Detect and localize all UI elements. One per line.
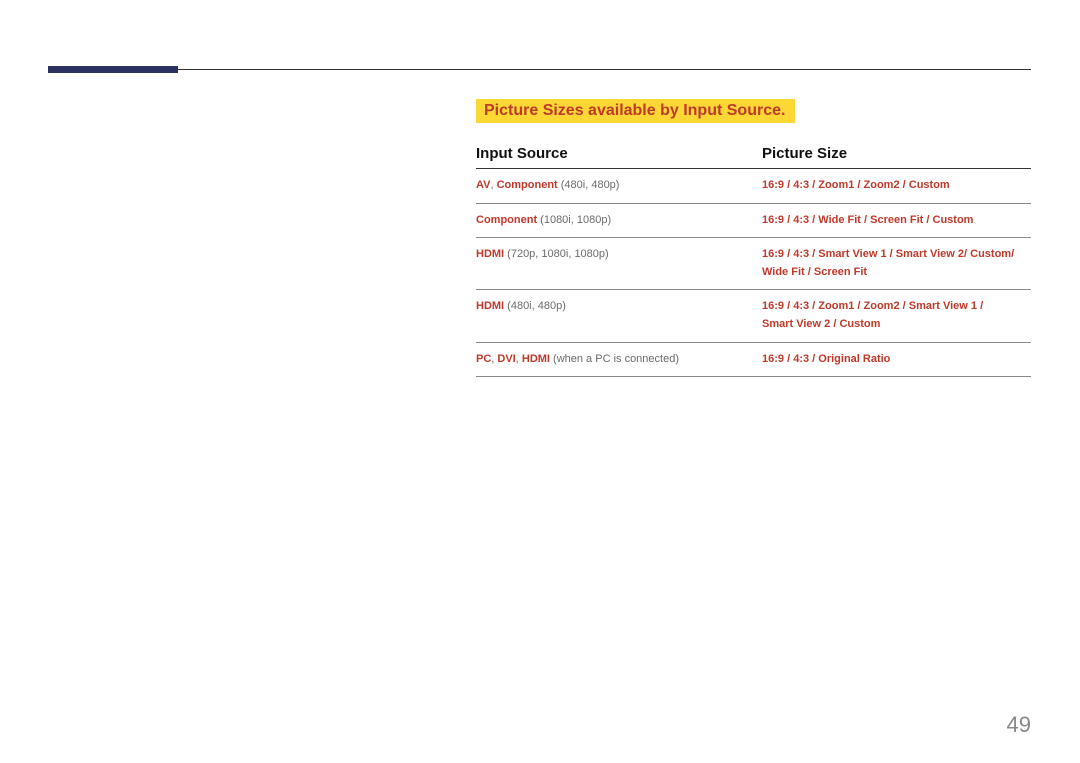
cell-input-source: HDMI (720p, 1080i, 1080p) — [476, 238, 762, 290]
header-accent-bar — [48, 66, 178, 73]
table-row: HDMI (480i, 480p)16:9 / 4:3 / Zoom1 / Zo… — [476, 290, 1031, 342]
table-header-picture-size: Picture Size — [762, 139, 1031, 169]
table-row: PC, DVI, HDMI (when a PC is connected)16… — [476, 342, 1031, 377]
cell-picture-size: 16:9 / 4:3 / Zoom1 / Zoom2 / Custom — [762, 169, 1031, 204]
cell-picture-size: 16:9 / 4:3 / Smart View 1 / Smart View 2… — [762, 238, 1031, 290]
table-header-input-source: Input Source — [476, 139, 762, 169]
cell-picture-size: 16:9 / 4:3 / Original Ratio — [762, 342, 1031, 377]
document-page: Picture Sizes available by Input Source.… — [0, 0, 1080, 763]
table-row: AV, Component (480i, 480p)16:9 / 4:3 / Z… — [476, 169, 1031, 204]
cell-input-source: PC, DVI, HDMI (when a PC is connected) — [476, 342, 762, 377]
picture-size-table: Input Source Picture Size AV, Component … — [476, 139, 1031, 377]
content-area: Picture Sizes available by Input Source.… — [476, 99, 1031, 377]
cell-input-source: HDMI (480i, 480p) — [476, 290, 762, 342]
cell-input-source: AV, Component (480i, 480p) — [476, 169, 762, 204]
page-number: 49 — [1007, 712, 1031, 738]
cell-picture-size: 16:9 / 4:3 / Wide Fit / Screen Fit / Cus… — [762, 203, 1031, 238]
table-row: HDMI (720p, 1080i, 1080p)16:9 / 4:3 / Sm… — [476, 238, 1031, 290]
section-title: Picture Sizes available by Input Source. — [476, 99, 795, 123]
table-row: Component (1080i, 1080p)16:9 / 4:3 / Wid… — [476, 203, 1031, 238]
header-divider — [48, 69, 1031, 70]
cell-picture-size: 16:9 / 4:3 / Zoom1 / Zoom2 / Smart View … — [762, 290, 1031, 342]
cell-input-source: Component (1080i, 1080p) — [476, 203, 762, 238]
